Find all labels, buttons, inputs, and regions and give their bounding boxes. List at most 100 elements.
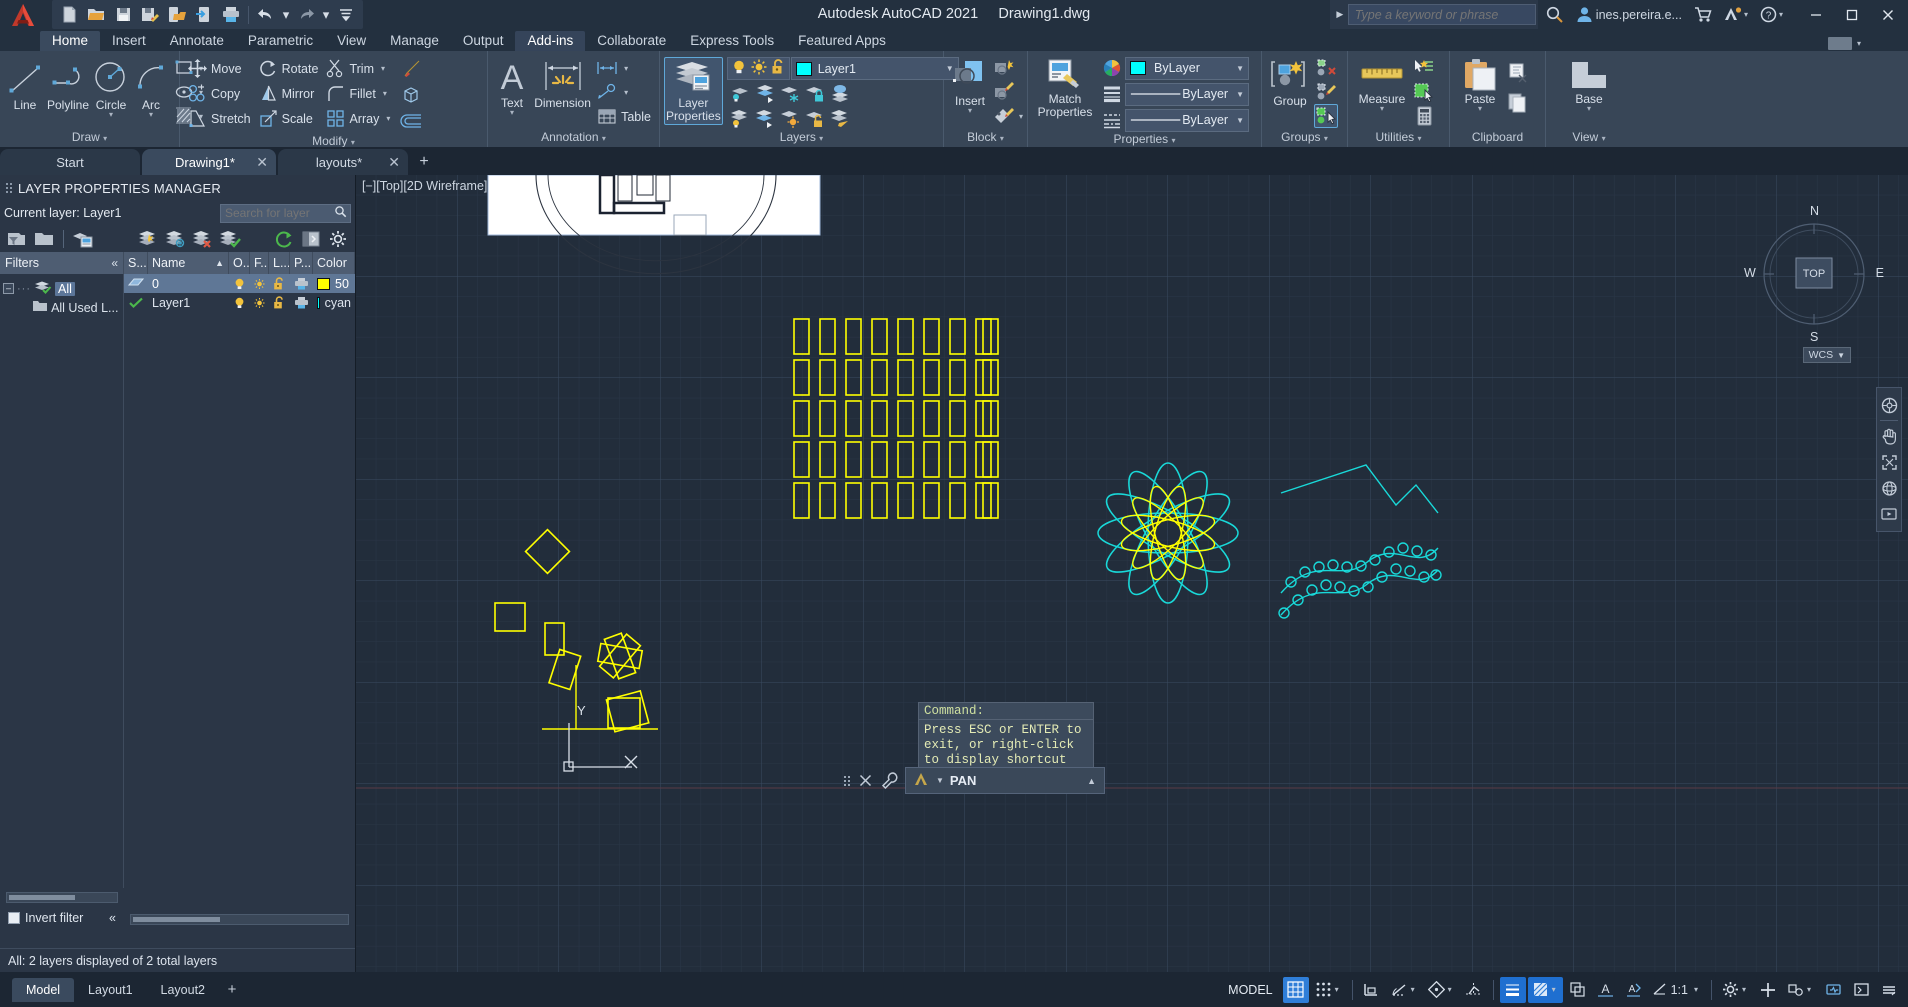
command-history-caret-icon[interactable]: ▼ bbox=[936, 776, 944, 785]
grid-hscrollbar[interactable] bbox=[130, 914, 349, 925]
ortho-mode-button[interactable] bbox=[1359, 977, 1385, 1003]
workspace-switching-button[interactable]: ▾ bbox=[1718, 977, 1753, 1003]
chevron-down-icon[interactable]: ▼ bbox=[1837, 351, 1845, 360]
showmotion-icon[interactable] bbox=[1877, 501, 1901, 527]
move-button[interactable]: Move bbox=[184, 56, 255, 81]
layer-thaw-icon[interactable] bbox=[778, 106, 802, 130]
row-color[interactable]: cyan bbox=[313, 293, 355, 312]
line-button[interactable]: Line bbox=[4, 56, 46, 113]
copy-button[interactable]: Copy bbox=[184, 81, 255, 106]
help-icon[interactable]: ? ▾ bbox=[1755, 0, 1788, 29]
collapse-icon[interactable]: – bbox=[3, 283, 14, 294]
paste-dropdown-icon[interactable]: ▾ bbox=[1478, 105, 1482, 113]
polar-dropdown-icon[interactable]: ▾ bbox=[1408, 985, 1418, 994]
annotation-scale-button[interactable]: 1:1 ▾ bbox=[1649, 977, 1705, 1003]
command-bar-grip-icon[interactable] bbox=[844, 773, 850, 788]
array-dropdown-icon[interactable]: ▾ bbox=[383, 114, 393, 123]
text-dropdown-icon[interactable]: ▾ bbox=[510, 109, 514, 117]
layer-on-icon[interactable] bbox=[828, 81, 852, 105]
sun-icon[interactable] bbox=[751, 59, 767, 78]
layer-states-manager-icon[interactable] bbox=[71, 227, 95, 251]
collapse-filters-icon[interactable]: « bbox=[111, 256, 118, 270]
color-combo-caret-icon[interactable]: ▼ bbox=[1228, 64, 1244, 73]
color-combo[interactable]: ByLayer ▼ bbox=[1125, 56, 1249, 80]
row-color[interactable]: 50 bbox=[313, 274, 355, 293]
3d-solid-icon[interactable] bbox=[397, 82, 425, 108]
ribbon-tab-annotate[interactable]: Annotate bbox=[158, 31, 236, 51]
arc-button[interactable]: Arc ▾ bbox=[132, 56, 170, 121]
leader-icon[interactable] bbox=[593, 80, 621, 104]
fillet-button[interactable]: Fillet ▾ bbox=[322, 81, 397, 106]
save-as-icon[interactable] bbox=[137, 2, 163, 27]
new-layer-icon[interactable] bbox=[137, 227, 161, 251]
match-properties-button[interactable]: Match Properties bbox=[1032, 56, 1098, 120]
measure-button[interactable]: Measure ▾ bbox=[1352, 56, 1412, 115]
stretch-button[interactable]: Stretch bbox=[184, 106, 255, 131]
block-dropdown-icon[interactable]: ▾ bbox=[1016, 112, 1026, 121]
layer-lock-icon[interactable] bbox=[803, 81, 827, 105]
ribbon-tab-add-ins[interactable]: Add-ins bbox=[515, 31, 586, 51]
row-status[interactable] bbox=[124, 293, 148, 312]
erase-icon[interactable] bbox=[397, 56, 425, 82]
row-name[interactable]: Layer1 bbox=[148, 293, 229, 312]
settings-icon[interactable] bbox=[326, 227, 350, 251]
open-icon[interactable] bbox=[83, 2, 109, 27]
trim-dropdown-icon[interactable]: ▾ bbox=[378, 64, 388, 73]
object-snap-button[interactable]: ▾ bbox=[1424, 977, 1459, 1003]
ribbon-tab-output[interactable]: Output bbox=[451, 31, 516, 51]
search-input[interactable] bbox=[1347, 4, 1536, 25]
search-layer-input[interactable] bbox=[221, 206, 331, 220]
close-button[interactable] bbox=[1870, 0, 1906, 29]
drag-grip-icon[interactable] bbox=[6, 181, 12, 195]
polyline-button[interactable]: Polyline bbox=[46, 56, 90, 113]
zoom-extents-icon[interactable] bbox=[1877, 449, 1901, 475]
doc-tab-drawing1[interactable]: Drawing1* ✕ bbox=[142, 149, 276, 175]
cart-icon[interactable] bbox=[1689, 0, 1717, 29]
user-account[interactable]: ines.pereira.e... bbox=[1571, 0, 1687, 29]
ribbon-tab-home[interactable]: Home bbox=[40, 31, 101, 51]
add-selected-icon[interactable] bbox=[1412, 80, 1436, 104]
linetype-icon[interactable] bbox=[1100, 108, 1124, 132]
redo-icon[interactable] bbox=[293, 2, 319, 27]
group-edit-icon[interactable] bbox=[1314, 80, 1338, 104]
new-group-filter-icon[interactable] bbox=[32, 227, 56, 251]
linetype-combo[interactable]: ByLayer ▼ bbox=[1125, 108, 1249, 132]
invert-filter-checkbox[interactable] bbox=[8, 912, 20, 924]
collapse-icon[interactable]: « bbox=[109, 911, 116, 925]
linetype-combo-caret-icon[interactable]: ▼ bbox=[1228, 116, 1244, 125]
model-space-label[interactable]: MODEL bbox=[1220, 983, 1280, 997]
new-layout-button[interactable]: + bbox=[219, 978, 245, 1002]
edit-block-icon[interactable] bbox=[992, 80, 1016, 104]
pan-hand-icon[interactable] bbox=[1877, 423, 1901, 449]
ribbon-tab-manage[interactable]: Manage bbox=[378, 31, 451, 51]
paste-button[interactable]: Paste ▾ bbox=[1454, 56, 1506, 115]
calculator-icon[interactable] bbox=[1412, 104, 1436, 128]
ribbon-tab-view[interactable]: View bbox=[325, 31, 378, 51]
col-on[interactable]: O.. bbox=[229, 252, 250, 274]
layer-unisolate-icon[interactable] bbox=[753, 81, 777, 105]
row-plot-icon[interactable] bbox=[290, 293, 313, 312]
fillet-dropdown-icon[interactable]: ▾ bbox=[380, 89, 390, 98]
text-button[interactable]: A Text ▾ bbox=[492, 56, 532, 119]
close-icon[interactable] bbox=[855, 771, 875, 791]
ribbon-tab-insert[interactable]: Insert bbox=[100, 31, 158, 51]
layout-tab-model[interactable]: Model bbox=[12, 977, 75, 1002]
lineweight-combo-caret-icon[interactable]: ▼ bbox=[1228, 90, 1244, 99]
status-menu-button[interactable] bbox=[1876, 977, 1902, 1003]
transparency-dropdown-icon[interactable]: ▾ bbox=[1549, 985, 1559, 994]
transparency-button[interactable]: ▾ bbox=[1527, 976, 1563, 1003]
save-to-web-icon[interactable] bbox=[191, 2, 217, 27]
orbit-icon[interactable] bbox=[1877, 475, 1901, 501]
new-property-filter-icon[interactable] bbox=[5, 227, 29, 251]
measure-dropdown-icon[interactable]: ▾ bbox=[1380, 105, 1384, 113]
arc-dropdown-icon[interactable]: ▾ bbox=[149, 111, 153, 119]
create-block-icon[interactable] bbox=[992, 56, 1016, 80]
group-selection-icon[interactable] bbox=[1314, 104, 1338, 128]
hardware-acceleration-button[interactable] bbox=[1820, 977, 1846, 1003]
scale-button[interactable]: Scale bbox=[255, 106, 323, 131]
autodesk-apps-icon[interactable]: ▾ bbox=[1719, 0, 1753, 29]
command-expand-icon[interactable]: ▲ bbox=[1087, 776, 1096, 786]
doc-tab-start[interactable]: Start bbox=[0, 149, 140, 175]
table-button[interactable]: Table bbox=[593, 104, 655, 129]
restore-button[interactable] bbox=[1834, 0, 1870, 29]
